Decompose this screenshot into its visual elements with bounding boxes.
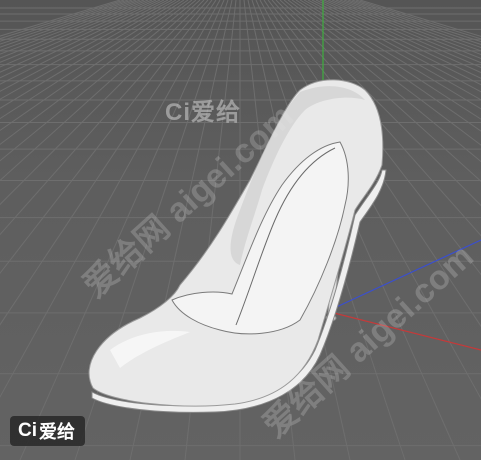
3d-viewport[interactable]: Ci爱给 爱给网 aigei.com 爱给网 aigei.com Ci 爱给 — [0, 0, 481, 460]
badge-label: 爱给 — [39, 422, 75, 442]
grid-line — [359, 0, 481, 37]
viewport-scene — [0, 0, 481, 460]
grid-line — [327, 0, 481, 64]
badge-mark: Ci — [18, 420, 37, 441]
watermark-badge: Ci 爱给 — [10, 416, 85, 446]
watermark-logo: Ci爱给 — [165, 99, 241, 126]
grid-line — [339, 0, 481, 52]
